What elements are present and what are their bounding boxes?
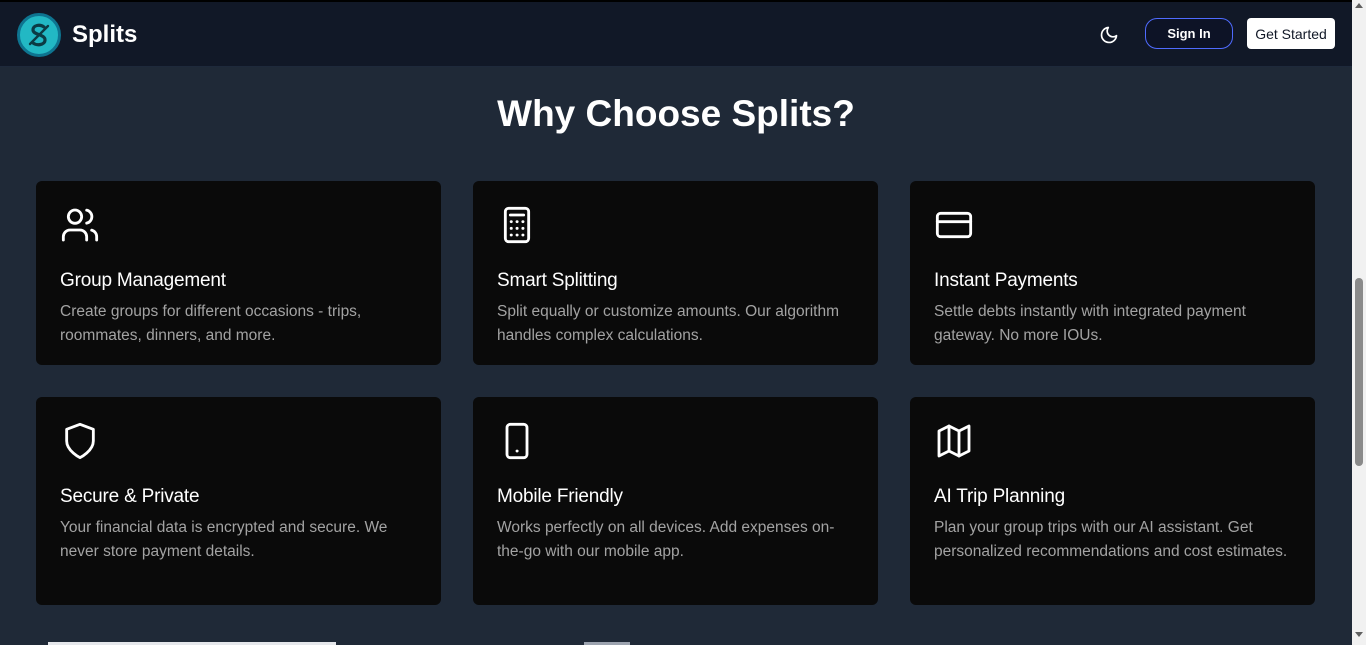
- feature-card-secure-private: Secure & Private Your financial data is …: [36, 397, 441, 605]
- feature-card-mobile-friendly: Mobile Friendly Works perfectly on all d…: [473, 397, 878, 605]
- feature-description: Settle debts instantly with integrated p…: [934, 303, 1246, 344]
- scroll-down-arrow-icon[interactable]: [1355, 632, 1363, 637]
- top-nav: Splits Sign In Get Started: [0, 0, 1352, 67]
- feature-card-ai-trip-planning: AI Trip Planning Plan your group trips w…: [910, 397, 1315, 605]
- feature-title: Mobile Friendly: [497, 486, 623, 507]
- feature-title: Instant Payments: [934, 270, 1078, 291]
- scrollbar-thumb[interactable]: [1355, 278, 1363, 466]
- feature-description: Your financial data is encrypted and sec…: [60, 519, 388, 560]
- scroll-up-arrow-icon[interactable]: [1355, 3, 1363, 8]
- feature-title: Secure & Private: [60, 486, 200, 507]
- feature-description: Create groups for different occasions - …: [60, 303, 362, 344]
- shield-icon: [60, 421, 100, 461]
- logo-icon: [17, 13, 61, 57]
- users-icon: [60, 205, 100, 245]
- feature-card-instant-payments: Instant Payments Settle debts instantly …: [910, 181, 1315, 365]
- map-icon: [934, 421, 974, 461]
- feature-card-group-management: Group Management Create groups for diffe…: [36, 181, 441, 365]
- feature-card-smart-splitting: Smart Splitting Split equally or customi…: [473, 181, 878, 365]
- get-started-button[interactable]: Get Started: [1247, 18, 1335, 49]
- feature-title: Group Management: [60, 270, 226, 291]
- section-title: Why Choose Splits?: [497, 93, 855, 134]
- sign-in-button[interactable]: Sign In: [1145, 18, 1233, 49]
- smartphone-icon: [497, 421, 537, 461]
- feature-title: AI Trip Planning: [934, 486, 1065, 507]
- brand[interactable]: Splits: [17, 13, 137, 57]
- feature-description: Works perfectly on all devices. Add expe…: [497, 519, 835, 560]
- feature-title: Smart Splitting: [497, 270, 618, 291]
- credit-card-icon: [934, 205, 974, 245]
- feature-description: Split equally or customize amounts. Our …: [497, 303, 840, 344]
- calculator-icon: [497, 205, 537, 245]
- moon-icon[interactable]: [1099, 25, 1119, 45]
- brand-name: Splits: [72, 21, 138, 48]
- feature-description: Plan your group trips with our AI assist…: [934, 519, 1288, 560]
